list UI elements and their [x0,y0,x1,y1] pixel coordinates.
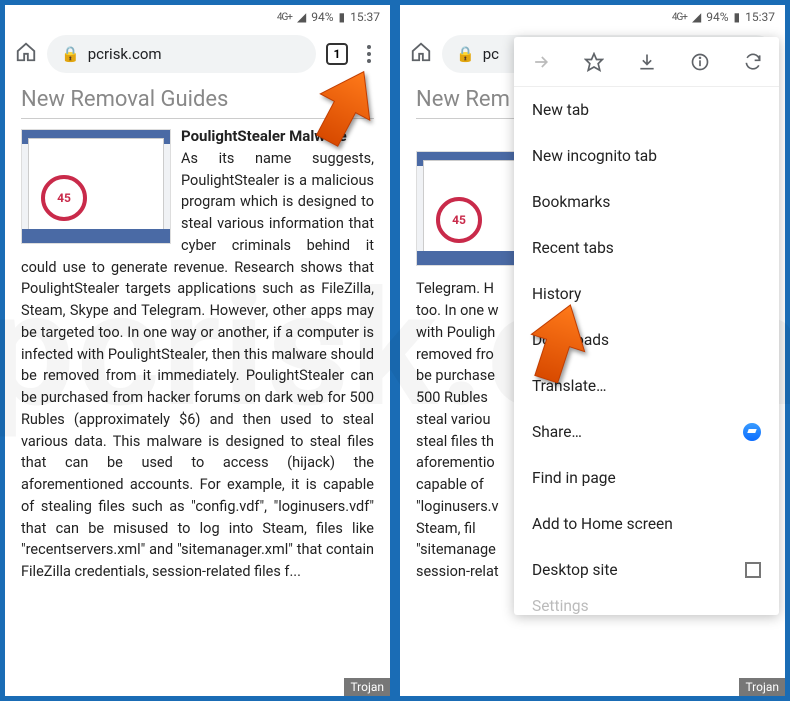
gauge-value: 45 [436,197,482,243]
article: 45 PoulightStealer Malware As its name s… [21,125,374,583]
category-tag: Trojan [344,678,390,696]
url-bar[interactable]: 🔒 pcrisk.com [47,35,316,73]
menu-share[interactable]: Share… [514,409,779,455]
forward-icon [530,51,552,73]
menu-new-tab[interactable]: New tab [514,87,779,133]
refresh-icon[interactable] [742,51,764,73]
info-icon[interactable] [689,51,711,73]
network-indicator: 4G+ [277,12,292,23]
menu-add-home[interactable]: Add to Home screen [514,501,779,547]
overflow-menu-button[interactable] [358,45,380,63]
browser-toolbar: 🔒 pcrisk.com 1 [5,29,390,79]
menu-downloads[interactable]: Downloads [514,317,779,363]
menu-action-row [514,37,779,87]
signal-icon: ◢ [692,10,701,24]
menu-settings[interactable]: Settings [514,593,779,615]
clock: 15:37 [745,10,775,24]
overflow-menu: New tab New incognito tab Bookmarks Rece… [514,37,779,615]
menu-translate[interactable]: Translate… [514,363,779,409]
battery-pct: 94% [706,10,728,24]
article-thumbnail: 45 [21,129,171,244]
checkbox-icon[interactable] [745,562,761,578]
article-title: PoulightStealer Malware [181,127,347,145]
url-text: pc [483,45,499,63]
menu-bookmarks[interactable]: Bookmarks [514,179,779,225]
lock-icon: 🔒 [61,45,80,63]
right-screenshot: 4G+ ◢ 94% ▮ 15:37 🔒 pc New Rem 45 [399,4,786,697]
status-bar: 4G+ ◢ 94% ▮ 15:37 [5,5,390,29]
menu-new-incognito[interactable]: New incognito tab [514,133,779,179]
left-screenshot: 4G+ ◢ 94% ▮ 15:37 🔒 pcrisk.com 1 New Rem… [4,4,391,697]
category-tag: Trojan [739,678,785,696]
battery-icon: ▮ [339,10,346,24]
network-indicator: 4G+ [672,12,687,23]
clock: 15:37 [350,10,380,24]
signal-icon: ◢ [297,10,306,24]
menu-history[interactable]: History [514,271,779,317]
star-icon[interactable] [583,51,605,73]
page-content: New Removal Guides 45 PoulightStealer Ma… [5,79,390,591]
battery-pct: 94% [311,10,333,24]
download-icon[interactable] [636,51,658,73]
status-bar: 4G+ ◢ 94% ▮ 15:37 [400,5,785,29]
home-icon[interactable] [410,41,432,67]
menu-find-in-page[interactable]: Find in page [514,455,779,501]
lock-icon: 🔒 [456,45,475,63]
menu-desktop-site[interactable]: Desktop site [514,547,779,593]
gauge-value: 45 [41,175,87,221]
home-icon[interactable] [15,41,37,67]
menu-recent-tabs[interactable]: Recent tabs [514,225,779,271]
messenger-icon [743,423,761,441]
url-text: pcrisk.com [88,45,162,63]
section-heading: New Removal Guides [21,87,374,119]
tab-switcher[interactable]: 1 [326,43,348,65]
battery-icon: ▮ [734,10,741,24]
